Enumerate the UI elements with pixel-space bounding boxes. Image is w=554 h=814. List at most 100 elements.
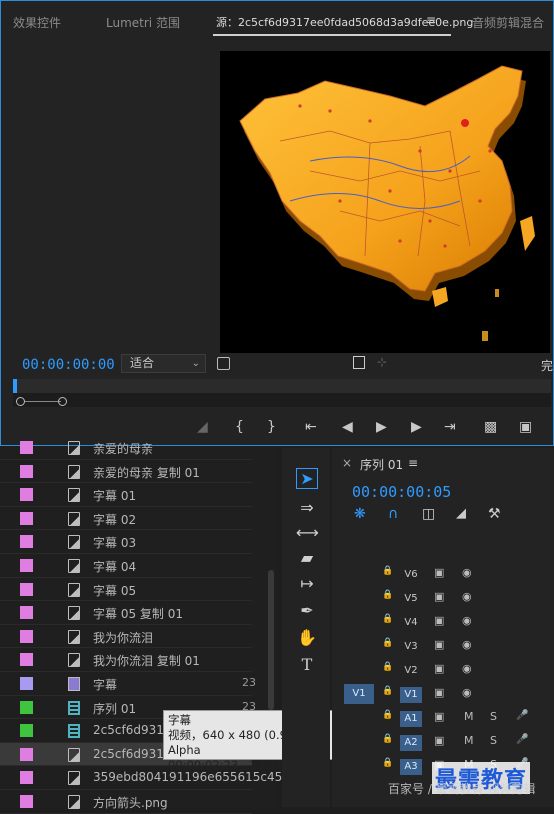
label-color-swatch[interactable] — [20, 582, 33, 596]
close-icon[interactable]: × — [342, 456, 352, 470]
label-color-swatch[interactable] — [20, 747, 33, 761]
label-color-swatch[interactable] — [20, 771, 33, 785]
project-row[interactable]: 我为你流泪 — [0, 625, 252, 649]
time-ruler[interactable] — [13, 379, 551, 409]
wrench-icon[interactable]: ⚒ — [488, 506, 501, 522]
sync-lock-icon[interactable]: ▣ — [434, 614, 444, 627]
label-color-swatch[interactable] — [20, 559, 33, 572]
nest-icon[interactable]: ❋ — [354, 506, 366, 522]
fit-select[interactable]: 适合 ⌄ — [121, 354, 206, 373]
zoom-handle-right[interactable] — [58, 397, 67, 406]
lock-icon[interactable]: 🔒 — [382, 590, 393, 600]
snap-icon[interactable]: ∩ — [388, 506, 398, 522]
solo-button[interactable]: S — [490, 710, 497, 723]
type-tool-icon[interactable]: T — [296, 655, 318, 674]
track-header[interactable]: 🔒 V2 ▣ ◉ — [332, 659, 554, 681]
selection-tool-icon[interactable]: ➤ — [296, 468, 318, 489]
tab-menu-icon[interactable]: ≡ — [426, 13, 436, 27]
eye-icon[interactable]: ◉ — [462, 590, 472, 603]
project-scrollbar[interactable] — [268, 570, 274, 710]
label-color-swatch[interactable] — [20, 488, 33, 502]
step-forward-icon[interactable]: ▶ — [411, 419, 422, 435]
project-row[interactable]: 方向箭头.png — [0, 790, 252, 814]
sync-lock-icon[interactable]: ▣ — [434, 734, 444, 747]
sync-lock-icon[interactable]: ▣ — [434, 566, 444, 579]
track-header[interactable]: 🔒 V6 ▣ ◉ — [332, 563, 554, 585]
eye-icon[interactable]: ◉ — [462, 662, 472, 675]
label-color-swatch[interactable] — [20, 724, 33, 738]
track-label[interactable]: A2 — [400, 735, 422, 751]
go-to-in-icon[interactable]: ⇤ — [305, 419, 317, 435]
microphone-icon[interactable]: 🎤 — [516, 734, 528, 745]
lock-icon[interactable]: 🔒 — [382, 614, 393, 624]
mute-button[interactable]: M — [464, 734, 474, 747]
track-label[interactable]: A3 — [400, 759, 422, 775]
timeline-timecode[interactable]: 00:00:00:05 — [352, 483, 451, 501]
track-header[interactable]: 🔒 A1 ▣ M S 🎤 — [332, 707, 554, 729]
label-color-swatch[interactable] — [20, 700, 33, 714]
lock-icon[interactable]: 🔒 — [382, 662, 393, 672]
tab-effect-controls[interactable]: 效果控件 — [13, 14, 61, 31]
sync-lock-icon[interactable]: ▣ — [434, 710, 444, 723]
sequence-tab[interactable]: 序列 01 — [360, 456, 403, 473]
play-icon[interactable]: ▶ — [376, 419, 387, 435]
drag-video-icon[interactable]: ⊹ — [377, 355, 387, 369]
project-row[interactable]: 亲爱的母亲 — [0, 436, 252, 460]
overwrite-icon[interactable]: ▣ — [519, 419, 532, 435]
lock-icon[interactable]: 🔒 — [382, 638, 393, 648]
zoom-handle-left[interactable] — [16, 397, 25, 406]
eye-icon[interactable]: ◉ — [462, 686, 472, 699]
sync-lock-icon[interactable]: ▣ — [434, 662, 444, 675]
playhead[interactable] — [13, 379, 17, 393]
source-patch[interactable]: V1 — [344, 684, 374, 704]
mark-in-icon[interactable]: { — [235, 419, 244, 435]
track-select-icon[interactable]: ⇒ — [296, 498, 318, 517]
label-color-swatch[interactable] — [20, 511, 33, 525]
label-color-swatch[interactable] — [20, 606, 33, 620]
project-row[interactable]: 字幕 02 — [0, 507, 252, 531]
mark-out-icon[interactable]: } — [267, 419, 276, 435]
project-row[interactable]: 字幕 03 — [0, 530, 252, 554]
settings-box-icon[interactable] — [353, 356, 365, 369]
lock-icon[interactable]: 🔒 — [382, 734, 393, 744]
label-color-swatch[interactable] — [20, 653, 33, 667]
label-color-swatch[interactable] — [20, 629, 33, 643]
sync-lock-icon[interactable]: ▣ — [434, 686, 444, 699]
marker-icon[interactable]: ◢ — [197, 419, 208, 435]
hand-icon[interactable]: ✋ — [296, 628, 318, 647]
track-header[interactable]: 🔒 V5 ▣ ◉ — [332, 587, 554, 609]
insert-icon[interactable]: ▩ — [484, 419, 497, 435]
track-header[interactable]: V1 🔒 V1 ▣ ◉ — [332, 683, 554, 705]
source-timecode[interactable]: 00:00:00:00 — [22, 357, 115, 373]
label-color-swatch[interactable] — [20, 535, 33, 549]
project-row[interactable]: 字幕 05 复制 01 — [0, 601, 252, 625]
project-row[interactable]: 字幕 04 — [0, 554, 252, 578]
label-color-swatch[interactable] — [20, 464, 33, 478]
track-label[interactable]: V3 — [400, 639, 422, 655]
track-label[interactable]: V5 — [400, 591, 422, 607]
toggle-view-icon[interactable] — [217, 357, 230, 370]
project-row[interactable]: 字幕 23 — [0, 672, 256, 696]
track-label[interactable]: V6 — [400, 567, 422, 583]
track-label[interactable]: V2 — [400, 663, 422, 679]
eye-icon[interactable]: ◉ — [462, 566, 472, 579]
add-marker-icon[interactable]: ◢ — [456, 506, 466, 521]
project-row[interactable]: 我为你流泪 复制 01 — [0, 648, 252, 672]
label-color-swatch[interactable] — [20, 795, 33, 808]
sync-lock-icon[interactable]: ▣ — [434, 590, 444, 603]
track-header[interactable]: 🔒 A2 ▣ M S 🎤 — [332, 731, 554, 753]
razor-icon[interactable]: ▰ — [296, 548, 318, 567]
ripple-edit-icon[interactable]: ⟷ — [296, 523, 319, 542]
eye-icon[interactable]: ◉ — [462, 638, 472, 651]
project-row[interactable]: 字幕 05 — [0, 578, 252, 602]
track-header[interactable]: 🔒 V4 ▣ ◉ — [332, 611, 554, 633]
tab-audio-clip-mixer[interactable]: 音频剪辑混合 — [472, 14, 544, 31]
label-color-swatch[interactable] — [20, 677, 33, 690]
linked-selection-icon[interactable]: ◫ — [422, 506, 435, 522]
lock-icon[interactable]: 🔒 — [382, 710, 393, 720]
lock-icon[interactable]: 🔒 — [382, 566, 393, 576]
tab-lumetri-scopes[interactable]: Lumetri 范围 — [106, 14, 180, 31]
track-label[interactable]: A1 — [400, 711, 422, 727]
lock-icon[interactable]: 🔒 — [382, 758, 393, 768]
slip-icon[interactable]: ↦ — [296, 574, 318, 593]
